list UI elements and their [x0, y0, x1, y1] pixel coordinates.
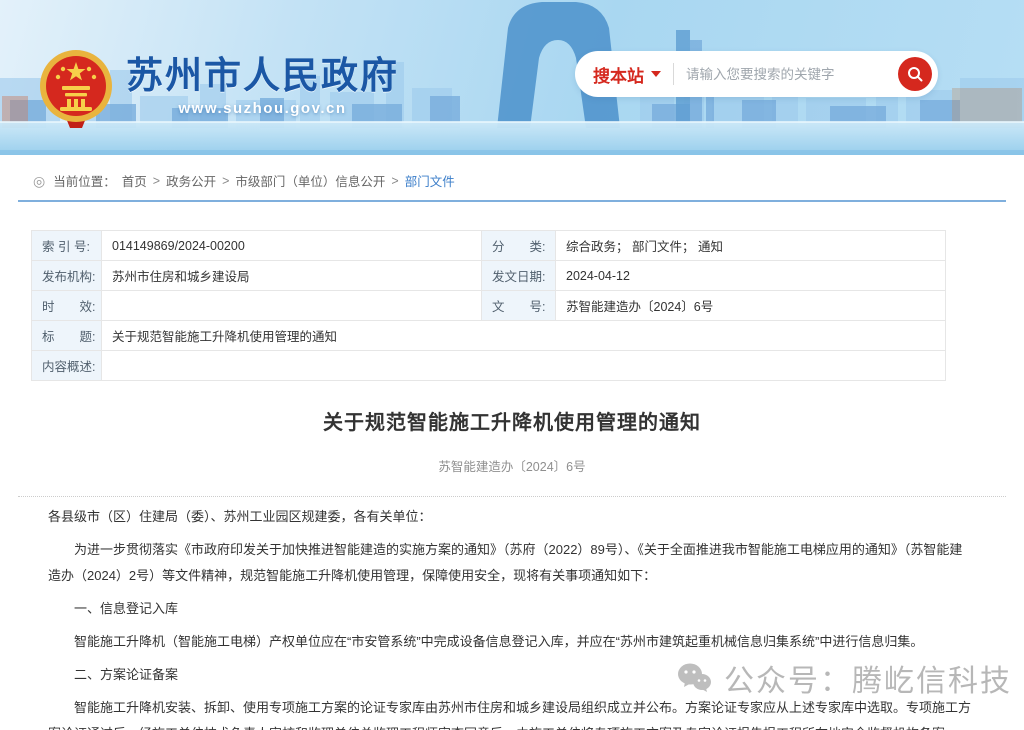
meta-value-validity — [102, 291, 482, 321]
meta-value-category: 综合政务； 部门文件； 通知 — [556, 231, 946, 261]
meta-value-doc-no: 苏智能建造办〔2024〕6号 — [556, 291, 946, 321]
site-header: 苏州市人民政府 www.suzhou.gov.cn 搜本站 — [0, 0, 1024, 155]
section-heading-1: 一、信息登记入库 — [48, 596, 974, 622]
search-bar: 搜本站 — [575, 51, 938, 97]
site-url: www.suzhou.gov.cn — [126, 100, 399, 117]
site-title: 苏州市人民政府 — [126, 56, 399, 97]
section-heading-2: 二、方案论证备案 — [48, 662, 974, 688]
page-title: 关于规范智能施工升降机使用管理的通知 — [0, 406, 1024, 435]
table-row: 发布机构: 苏州市住房和城乡建设局 发文日期: 2024-04-12 — [32, 261, 946, 291]
location-icon: ◎ — [33, 174, 45, 188]
search-button[interactable] — [898, 57, 932, 91]
title-divider — [18, 496, 1006, 497]
breadcrumb-separator: > — [391, 174, 398, 188]
meta-label-issuer: 发布机构: — [32, 261, 102, 291]
breadcrumb-link-gov-info[interactable]: 政务公开 — [166, 171, 216, 190]
search-icon — [906, 65, 924, 83]
breadcrumb-divider — [18, 200, 1006, 202]
document-body: 各县级市（区）住建局（委）、苏州工业园区规建委，各有关单位： 为进一步贯彻落实《… — [0, 504, 1024, 730]
search-scope-label: 搜本站 — [593, 62, 644, 87]
paragraph-intro: 为进一步贯彻落实《市政府印发关于加快推进智能建造的实施方案的通知》（苏府（202… — [48, 537, 974, 589]
breadcrumb-separator: > — [222, 174, 229, 188]
meta-label-issue-date: 发文日期: — [482, 261, 556, 291]
meta-value-title: 关于规范智能施工升降机使用管理的通知 — [102, 321, 946, 351]
paragraph-section-1: 智能施工升降机（智能施工电梯）产权单位应在“市安管系统”中完成设备信息登记入库，… — [48, 629, 974, 655]
meta-label-category: 分 类: — [482, 231, 556, 261]
search-input[interactable] — [686, 67, 898, 82]
breadcrumb-prefix: 当前位置： — [53, 171, 116, 190]
breadcrumb-separator: > — [153, 174, 160, 188]
paragraph-section-2: 智能施工升降机安装、拆卸、使用专项施工方案的论证专家库由苏州市住房和城乡建设局组… — [48, 695, 974, 730]
breadcrumb-link-dept-files[interactable]: 部门文件 — [405, 171, 455, 190]
meta-value-issue-date: 2024-04-12 — [556, 261, 946, 291]
meta-label-summary: 内容概述: — [32, 351, 102, 381]
table-row: 内容概述: — [32, 351, 946, 381]
meta-label-index-no: 索 引 号: — [32, 231, 102, 261]
document-number: 苏智能建造办〔2024〕6号 — [0, 456, 1024, 475]
document-meta-table: 索 引 号: 014149869/2024-00200 分 类: 综合政务； 部… — [31, 230, 946, 381]
search-divider — [673, 63, 674, 85]
site-identity: 苏州市人民政府 www.suzhou.gov.cn — [126, 48, 399, 117]
table-row: 标 题: 关于规范智能施工升降机使用管理的通知 — [32, 321, 946, 351]
meta-value-index-no: 014149869/2024-00200 — [102, 231, 482, 261]
paragraph-salutation: 各县级市（区）住建局（委）、苏州工业园区规建委，各有关单位： — [48, 504, 974, 530]
national-emblem-icon — [36, 48, 116, 130]
meta-label-doc-no: 文 号: — [482, 291, 556, 321]
meta-label-title: 标 题: — [32, 321, 102, 351]
breadcrumb-link-departments[interactable]: 市级部门（单位）信息公开 — [235, 171, 385, 190]
meta-label-validity: 时 效: — [32, 291, 102, 321]
table-row: 时 效: 文 号: 苏智能建造办〔2024〕6号 — [32, 291, 946, 321]
breadcrumb: ◎ 当前位置： 首页 > 政务公开 > 市级部门（单位）信息公开 > 部门文件 — [33, 171, 1006, 190]
chevron-down-icon — [651, 71, 661, 77]
meta-value-summary — [102, 351, 946, 381]
table-row: 索 引 号: 014149869/2024-00200 分 类: 综合政务； 部… — [32, 231, 946, 261]
breadcrumb-link-home[interactable]: 首页 — [122, 171, 147, 190]
meta-value-issuer: 苏州市住房和城乡建设局 — [102, 261, 482, 291]
search-scope-dropdown[interactable]: 搜本站 — [593, 62, 661, 87]
site-logo[interactable]: 苏州市人民政府 www.suzhou.gov.cn — [36, 48, 399, 130]
